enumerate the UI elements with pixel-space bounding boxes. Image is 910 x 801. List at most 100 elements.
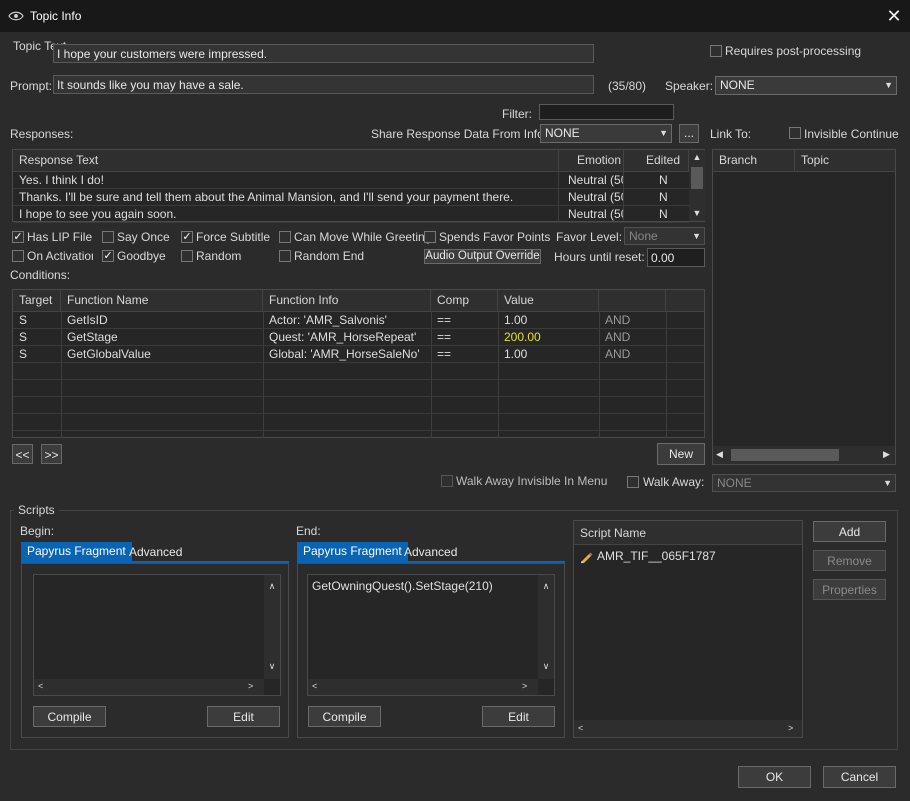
invisible-continue-checkbox[interactable] bbox=[789, 127, 801, 139]
end-tab-advanced[interactable]: Advanced bbox=[400, 543, 461, 562]
scroll-down-icon[interactable]: ∨ bbox=[538, 661, 554, 672]
share-response-browse-button[interactable]: ... bbox=[679, 124, 699, 143]
col-function-info[interactable]: Function Info bbox=[263, 290, 431, 311]
cond-value: 1.00 bbox=[504, 313, 528, 327]
walk-away-dropdown[interactable]: NONE ▼ bbox=[712, 474, 896, 492]
begin-edit-button[interactable]: Edit bbox=[207, 706, 280, 727]
script-list-item[interactable]: AMR_TIF__065F1787 bbox=[578, 548, 798, 565]
response-text: Thanks. I'll be sure and tell them about… bbox=[19, 190, 514, 204]
force-subtitle-checkbox[interactable]: ✓ bbox=[181, 231, 193, 243]
col-function-name[interactable]: Function Name bbox=[61, 290, 263, 311]
begin-tab-papyrus[interactable]: Papyrus Fragment bbox=[21, 542, 132, 561]
scroll-left-icon[interactable]: < bbox=[312, 681, 317, 691]
share-response-dropdown[interactable]: NONE ▼ bbox=[540, 124, 672, 143]
random-end-label: Random End bbox=[294, 249, 365, 263]
col-comp[interactable]: Comp bbox=[431, 290, 498, 311]
share-response-value: NONE bbox=[545, 126, 580, 140]
response-emotion: Neutral (50) bbox=[568, 190, 624, 204]
end-tab-papyrus[interactable]: Papyrus Fragment bbox=[297, 542, 408, 561]
scroll-left-icon[interactable]: < bbox=[38, 681, 43, 691]
response-row[interactable]: Thanks. I'll be sure and tell them about… bbox=[13, 189, 689, 206]
col-topic[interactable]: Topic bbox=[795, 150, 895, 171]
response-emotion: Neutral (50) bbox=[568, 173, 624, 187]
scroll-up-icon[interactable]: ∧ bbox=[538, 581, 554, 592]
next-button[interactable]: >> bbox=[41, 444, 62, 464]
scroll-up-icon[interactable]: ▲ bbox=[689, 152, 705, 162]
filter-input[interactable] bbox=[539, 104, 674, 120]
col-target[interactable]: Target bbox=[13, 290, 61, 311]
add-script-button[interactable]: Add bbox=[813, 521, 886, 542]
properties-button[interactable]: Properties bbox=[813, 579, 886, 600]
goodbye-checkbox[interactable]: ✓ bbox=[102, 250, 114, 262]
new-condition-button[interactable]: New bbox=[657, 443, 705, 465]
close-icon[interactable]: ✕ bbox=[884, 6, 904, 26]
col-edited[interactable]: Edited bbox=[624, 150, 689, 171]
scroll-right-icon[interactable]: > bbox=[248, 681, 253, 691]
response-edited: N bbox=[659, 207, 668, 221]
conditions-header: Target Function Name Function Info Comp … bbox=[13, 290, 704, 312]
col-branch[interactable]: Branch bbox=[713, 150, 795, 171]
scroll-left-icon[interactable]: < bbox=[578, 723, 583, 733]
end-compile-button[interactable]: Compile bbox=[308, 706, 381, 727]
hours-reset-input[interactable]: 0.00 bbox=[647, 248, 705, 267]
scroll-thumb[interactable] bbox=[691, 167, 703, 189]
spends-favor-checkbox[interactable] bbox=[424, 231, 436, 243]
walk-away-invisible-label: Walk Away Invisible In Menu bbox=[456, 474, 608, 488]
favor-level-dropdown[interactable]: None ▼ bbox=[624, 227, 705, 245]
remove-script-button[interactable]: Remove bbox=[813, 550, 886, 571]
scroll-down-icon[interactable]: ∨ bbox=[264, 661, 280, 672]
scroll-thumb[interactable] bbox=[731, 449, 839, 461]
speaker-dropdown[interactable]: NONE ▼ bbox=[715, 76, 897, 95]
scroll-up-icon[interactable]: ∧ bbox=[264, 581, 280, 592]
random-end-checkbox[interactable] bbox=[279, 250, 291, 262]
audio-output-override-button[interactable]: Audio Output Override bbox=[424, 249, 541, 264]
ok-button[interactable]: OK bbox=[738, 766, 811, 788]
force-subtitle-label: Force Subtitle bbox=[196, 230, 271, 244]
end-edit-button[interactable]: Edit bbox=[482, 706, 555, 727]
say-once-label: Say Once bbox=[117, 230, 170, 244]
prev-button[interactable]: << bbox=[12, 444, 33, 464]
scroll-down-icon[interactable]: ▼ bbox=[689, 208, 705, 218]
link-to-table[interactable]: Branch Topic ◀ ▶ bbox=[712, 149, 896, 465]
begin-hscrollbar[interactable]: < > bbox=[34, 679, 264, 695]
col-value[interactable]: Value bbox=[498, 290, 599, 311]
col-response-text[interactable]: Response Text bbox=[13, 150, 559, 171]
begin-vscrollbar[interactable]: ∧ ∨ bbox=[264, 575, 280, 679]
scroll-right-icon[interactable]: > bbox=[522, 681, 527, 691]
scroll-left-icon[interactable]: ◀ bbox=[716, 449, 723, 460]
topic-text-input[interactable]: I hope your customers were impressed. bbox=[53, 44, 594, 63]
script-list-hscrollbar[interactable]: < > bbox=[574, 720, 802, 737]
begin-script-editor[interactable]: ∧ ∨ < > bbox=[33, 574, 281, 696]
condition-row[interactable]: S GetStage Quest: 'AMR_HorseRepeat' == 2… bbox=[13, 329, 704, 346]
col-emotion[interactable]: Emotion bbox=[559, 150, 624, 171]
col-script-name[interactable]: Script Name bbox=[574, 521, 802, 544]
condition-row[interactable]: S GetGlobalValue Global: 'AMR_HorseSaleN… bbox=[13, 346, 704, 363]
walk-away-invisible-checkbox[interactable] bbox=[441, 475, 453, 487]
begin-tab-advanced[interactable]: Advanced bbox=[125, 543, 186, 562]
has-lip-file-checkbox[interactable]: ✓ bbox=[12, 231, 24, 243]
responses-scrollbar[interactable]: ▲ ▼ bbox=[689, 150, 705, 221]
say-once-checkbox[interactable] bbox=[102, 231, 114, 243]
response-row[interactable]: Yes. I think I do! Neutral (50) N bbox=[13, 172, 689, 189]
response-emotion: Neutral (50) bbox=[568, 207, 624, 221]
random-checkbox[interactable] bbox=[181, 250, 193, 262]
cond-comp: == bbox=[437, 330, 452, 344]
prompt-input[interactable]: It sounds like you may have a sale. bbox=[53, 75, 594, 94]
on-activation-checkbox[interactable] bbox=[12, 250, 24, 262]
end-vscrollbar[interactable]: ∧ ∨ bbox=[538, 575, 554, 679]
requires-post-processing-checkbox[interactable] bbox=[710, 45, 722, 57]
walk-away-checkbox[interactable] bbox=[627, 476, 639, 488]
cancel-button[interactable]: Cancel bbox=[823, 766, 896, 788]
response-row[interactable]: I hope to see you again soon. Neutral (5… bbox=[13, 206, 689, 223]
condition-row[interactable]: S GetIsID Actor: 'AMR_Salvonis' == 1.00 … bbox=[13, 312, 704, 329]
col-and[interactable] bbox=[599, 290, 666, 311]
end-script-editor[interactable]: GetOwningQuest().SetStage(210) ∧ ∨ < > bbox=[307, 574, 555, 696]
link-to-hscrollbar[interactable]: ◀ ▶ bbox=[713, 446, 895, 464]
script-pencil-icon bbox=[581, 552, 593, 563]
script-list[interactable]: Script Name AMR_TIF__065F1787 < > bbox=[573, 520, 803, 738]
scroll-right-icon[interactable]: ▶ bbox=[883, 449, 890, 460]
begin-compile-button[interactable]: Compile bbox=[33, 706, 106, 727]
end-hscrollbar[interactable]: < > bbox=[308, 679, 538, 695]
scroll-right-icon[interactable]: > bbox=[788, 723, 793, 733]
can-move-checkbox[interactable] bbox=[279, 231, 291, 243]
